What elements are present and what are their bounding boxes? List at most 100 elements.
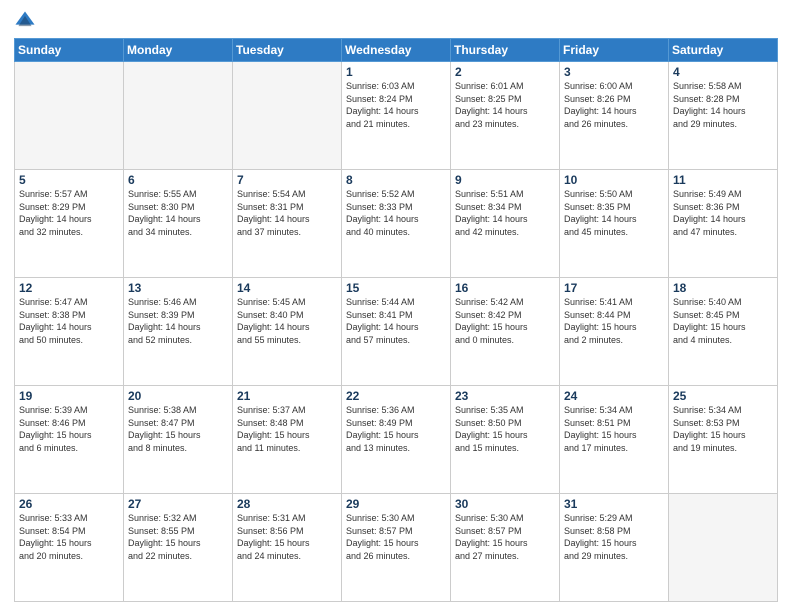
day-number: 28 [237,497,337,511]
week-row-2: 5Sunrise: 5:57 AMSunset: 8:29 PMDaylight… [15,170,778,278]
header [14,10,778,32]
day-info: and 52 minutes. [128,334,228,347]
day-info: Sunrise: 5:44 AM [346,296,446,309]
day-info: Sunrise: 5:30 AM [346,512,446,525]
day-info: Daylight: 15 hours [564,321,664,334]
day-number: 30 [455,497,555,511]
logo-icon [14,10,36,32]
day-cell: 29Sunrise: 5:30 AMSunset: 8:57 PMDayligh… [342,494,451,602]
day-info: Daylight: 15 hours [237,537,337,550]
day-info: Daylight: 14 hours [346,105,446,118]
day-cell [15,62,124,170]
day-info: Sunrise: 5:36 AM [346,404,446,417]
day-info: Daylight: 14 hours [346,321,446,334]
day-info: Daylight: 14 hours [673,213,773,226]
day-info: and 23 minutes. [455,118,555,131]
day-info: and 57 minutes. [346,334,446,347]
day-info: Sunset: 8:50 PM [455,417,555,430]
day-cell: 14Sunrise: 5:45 AMSunset: 8:40 PMDayligh… [233,278,342,386]
day-info: Daylight: 15 hours [673,429,773,442]
day-info: Daylight: 14 hours [237,213,337,226]
day-info: Sunset: 8:36 PM [673,201,773,214]
day-info: Sunrise: 5:47 AM [19,296,119,309]
day-cell: 11Sunrise: 5:49 AMSunset: 8:36 PMDayligh… [669,170,778,278]
day-info: Sunrise: 5:34 AM [564,404,664,417]
day-info: and 27 minutes. [455,550,555,563]
day-info: and 4 minutes. [673,334,773,347]
day-number: 4 [673,65,773,79]
day-info: and 24 minutes. [237,550,337,563]
day-info: Daylight: 15 hours [455,537,555,550]
week-row-3: 12Sunrise: 5:47 AMSunset: 8:38 PMDayligh… [15,278,778,386]
day-info: and 20 minutes. [19,550,119,563]
day-number: 29 [346,497,446,511]
day-info: Sunset: 8:51 PM [564,417,664,430]
day-info: and 32 minutes. [19,226,119,239]
day-info: Sunrise: 5:33 AM [19,512,119,525]
day-number: 11 [673,173,773,187]
day-info: and 50 minutes. [19,334,119,347]
day-number: 2 [455,65,555,79]
day-info: and 21 minutes. [346,118,446,131]
day-info: Daylight: 14 hours [564,105,664,118]
day-info: and 8 minutes. [128,442,228,455]
day-info: Sunset: 8:35 PM [564,201,664,214]
day-info: Daylight: 15 hours [455,321,555,334]
day-info: Sunset: 8:57 PM [346,525,446,538]
day-info: Daylight: 15 hours [455,429,555,442]
day-info: Sunset: 8:28 PM [673,93,773,106]
day-info: Sunrise: 5:58 AM [673,80,773,93]
day-number: 21 [237,389,337,403]
day-info: Sunset: 8:45 PM [673,309,773,322]
day-info: Sunrise: 5:54 AM [237,188,337,201]
day-cell: 26Sunrise: 5:33 AMSunset: 8:54 PMDayligh… [15,494,124,602]
day-cell: 4Sunrise: 5:58 AMSunset: 8:28 PMDaylight… [669,62,778,170]
day-info: and 2 minutes. [564,334,664,347]
day-info: and 29 minutes. [673,118,773,131]
day-number: 12 [19,281,119,295]
day-cell: 8Sunrise: 5:52 AMSunset: 8:33 PMDaylight… [342,170,451,278]
day-info: Daylight: 14 hours [19,321,119,334]
day-cell: 13Sunrise: 5:46 AMSunset: 8:39 PMDayligh… [124,278,233,386]
day-cell: 21Sunrise: 5:37 AMSunset: 8:48 PMDayligh… [233,386,342,494]
day-cell: 25Sunrise: 5:34 AMSunset: 8:53 PMDayligh… [669,386,778,494]
week-row-1: 1Sunrise: 6:03 AMSunset: 8:24 PMDaylight… [15,62,778,170]
day-cell: 22Sunrise: 5:36 AMSunset: 8:49 PMDayligh… [342,386,451,494]
day-info: Sunrise: 5:35 AM [455,404,555,417]
week-row-5: 26Sunrise: 5:33 AMSunset: 8:54 PMDayligh… [15,494,778,602]
day-info: Sunset: 8:57 PM [455,525,555,538]
day-info: and 19 minutes. [673,442,773,455]
logo-text [14,10,38,32]
day-cell: 24Sunrise: 5:34 AMSunset: 8:51 PMDayligh… [560,386,669,494]
day-info: and 17 minutes. [564,442,664,455]
calendar-table: SundayMondayTuesdayWednesdayThursdayFrid… [14,38,778,602]
day-cell: 23Sunrise: 5:35 AMSunset: 8:50 PMDayligh… [451,386,560,494]
day-info: Sunrise: 5:39 AM [19,404,119,417]
day-info: and 6 minutes. [19,442,119,455]
day-cell: 9Sunrise: 5:51 AMSunset: 8:34 PMDaylight… [451,170,560,278]
col-header-sunday: Sunday [15,39,124,62]
col-header-friday: Friday [560,39,669,62]
day-info: Daylight: 15 hours [19,537,119,550]
day-info: Sunset: 8:26 PM [564,93,664,106]
day-info: Daylight: 15 hours [346,429,446,442]
day-number: 25 [673,389,773,403]
col-header-wednesday: Wednesday [342,39,451,62]
day-cell [124,62,233,170]
day-number: 6 [128,173,228,187]
day-number: 7 [237,173,337,187]
day-cell: 7Sunrise: 5:54 AMSunset: 8:31 PMDaylight… [233,170,342,278]
day-info: Sunset: 8:58 PM [564,525,664,538]
day-info: Daylight: 14 hours [346,213,446,226]
logo [14,10,38,32]
day-info: Daylight: 15 hours [564,429,664,442]
day-cell: 3Sunrise: 6:00 AMSunset: 8:26 PMDaylight… [560,62,669,170]
day-info: Daylight: 14 hours [455,105,555,118]
day-info: Sunset: 8:42 PM [455,309,555,322]
day-cell: 31Sunrise: 5:29 AMSunset: 8:58 PMDayligh… [560,494,669,602]
day-info: and 11 minutes. [237,442,337,455]
day-info: Daylight: 15 hours [346,537,446,550]
day-info: and 26 minutes. [346,550,446,563]
day-info: Sunset: 8:47 PM [128,417,228,430]
day-cell: 15Sunrise: 5:44 AMSunset: 8:41 PMDayligh… [342,278,451,386]
